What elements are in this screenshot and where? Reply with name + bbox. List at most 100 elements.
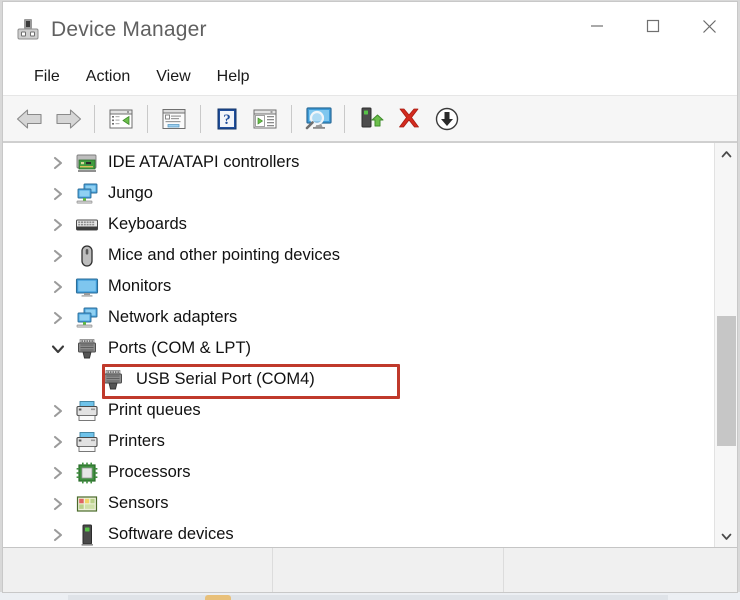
scroll-down-button[interactable]: [715, 525, 737, 547]
tree-item-processors[interactable]: Processors: [3, 457, 714, 488]
forward-arrow-icon: [56, 108, 82, 129]
sensors-icon: [75, 492, 99, 516]
processor-chip-icon: [75, 461, 99, 485]
keyboard-icon: [75, 213, 99, 237]
tree-item-mice-and-other-pointing-devices[interactable]: Mice and other pointing devices: [3, 240, 714, 271]
chevron-right-icon[interactable]: [47, 276, 69, 298]
tree-item-label: Software devices: [108, 525, 234, 543]
scroll-up-button[interactable]: [715, 143, 737, 165]
ide-controller-icon: [75, 151, 99, 175]
tree-item-label: Jungo: [108, 184, 153, 202]
chevron-right-icon[interactable]: [47, 493, 69, 515]
console-tree-icon: [109, 109, 133, 128]
properties-button[interactable]: [155, 101, 193, 137]
download-update-icon: [435, 107, 459, 130]
device-manager-icon: [15, 17, 41, 43]
chevron-right-icon[interactable]: [47, 214, 69, 236]
chevron-right-icon[interactable]: [47, 462, 69, 484]
scan-for-hardware-changes-button[interactable]: [299, 101, 337, 137]
chevron-right-icon[interactable]: [47, 152, 69, 174]
minimize-button[interactable]: [569, 2, 625, 50]
serial-port-icon: [75, 337, 99, 361]
forward-button[interactable]: [49, 101, 87, 137]
printer-icon: [75, 399, 99, 423]
chevron-right-icon[interactable]: [47, 400, 69, 422]
chevron-right-icon[interactable]: [47, 431, 69, 453]
close-button[interactable]: [681, 2, 737, 50]
uninstall-device-button[interactable]: [390, 101, 428, 137]
menu-help[interactable]: Help: [204, 65, 263, 89]
enable-device-button[interactable]: [352, 101, 390, 137]
toolbar-separator: [291, 104, 292, 133]
tree-item-label: USB Serial Port (COM4): [136, 370, 315, 388]
window-controls: [569, 2, 737, 50]
tree-item-monitors[interactable]: Monitors: [3, 271, 714, 302]
tree-item-print-queues[interactable]: Print queues: [3, 395, 714, 426]
tree-item-printers[interactable]: Printers: [3, 426, 714, 457]
vertical-scrollbar[interactable]: [714, 143, 737, 547]
tree-item-label: Processors: [108, 463, 191, 481]
action-pane-icon: [253, 109, 277, 128]
tree-item-sensors[interactable]: Sensors: [3, 488, 714, 519]
software-device-icon: [75, 523, 99, 547]
tree-item-ide-ata-atapi-controllers[interactable]: IDE ATA/ATAPI controllers: [3, 147, 714, 178]
tree-item-label: Sensors: [108, 494, 169, 512]
tree-item-keyboards[interactable]: Keyboards: [3, 209, 714, 240]
menu-view[interactable]: View: [143, 65, 203, 89]
chevron-right-icon[interactable]: [47, 307, 69, 329]
back-arrow-icon: [16, 108, 42, 129]
network-stack-icon: [75, 306, 99, 330]
show-hide-action-pane-button[interactable]: [246, 101, 284, 137]
network-stack-icon: [75, 182, 99, 206]
title-bar: Device Manager: [3, 2, 737, 58]
toolbar-separator: [94, 104, 95, 133]
serial-port-icon: [101, 368, 125, 392]
tree-item-network-adapters[interactable]: Network adapters: [3, 302, 714, 333]
monitor-icon: [75, 275, 99, 299]
toolbar-separator: [147, 104, 148, 133]
scan-hardware-icon: [305, 106, 332, 129]
device-tree[interactable]: IDE ATA/ATAPI controllers Jungo Keyboard…: [3, 143, 714, 547]
maximize-button[interactable]: [625, 2, 681, 50]
menu-file[interactable]: File: [21, 65, 73, 89]
help-question-icon: ?: [217, 108, 237, 129]
tree-item-software-devices[interactable]: Software devices: [3, 519, 714, 547]
help-button[interactable]: ?: [208, 101, 246, 137]
printer-icon: [75, 430, 99, 454]
desktop-taskbar-sliver: [0, 592, 740, 600]
scrollbar-thumb[interactable]: [717, 316, 736, 446]
background-window-icon-sliver: [205, 595, 231, 600]
chevron-right-icon[interactable]: [47, 524, 69, 546]
svg-text:?: ?: [223, 112, 231, 128]
tree-item-label: Printers: [108, 432, 165, 450]
tree-item-label: Monitors: [108, 277, 172, 295]
tree-item-label: Keyboards: [108, 215, 187, 233]
mouse-icon: [75, 244, 99, 268]
chevron-right-icon[interactable]: [47, 245, 69, 267]
show-hide-console-tree-button[interactable]: [102, 101, 140, 137]
menu-action[interactable]: Action: [73, 65, 143, 89]
tree-item-jungo[interactable]: Jungo: [3, 178, 714, 209]
tree-item-label: Mice and other pointing devices: [108, 246, 341, 264]
scrollbar-track[interactable]: [715, 165, 737, 525]
toolbar-separator: [200, 104, 201, 133]
toolbar-separator: [344, 104, 345, 133]
tree-item-label: Ports (COM & LPT): [108, 339, 252, 357]
status-panel-secondary: [273, 548, 504, 592]
update-driver-button[interactable]: [428, 101, 466, 137]
tree-item-ports-com-and-lpt[interactable]: Ports (COM & LPT): [3, 333, 714, 364]
status-panel-main: [3, 548, 273, 592]
tree-item-usb-serial-port-com4[interactable]: USB Serial Port (COM4): [3, 364, 714, 395]
enable-device-icon: [361, 107, 384, 127]
tree-item-label: Network adapters: [108, 308, 238, 326]
chevron-down-icon[interactable]: [47, 338, 69, 360]
back-button[interactable]: [11, 101, 49, 137]
menu-bar: File Action View Help: [3, 58, 737, 96]
properties-icon: [162, 108, 186, 129]
screen: Device Manager File Action View Help ? I…: [0, 0, 740, 600]
device-manager-window: Device Manager File Action View Help ? I…: [2, 1, 738, 593]
status-bar: [3, 547, 737, 592]
red-x-delete-icon: [399, 108, 419, 127]
chevron-right-icon[interactable]: [47, 183, 69, 205]
status-panel-tertiary: [504, 548, 737, 592]
